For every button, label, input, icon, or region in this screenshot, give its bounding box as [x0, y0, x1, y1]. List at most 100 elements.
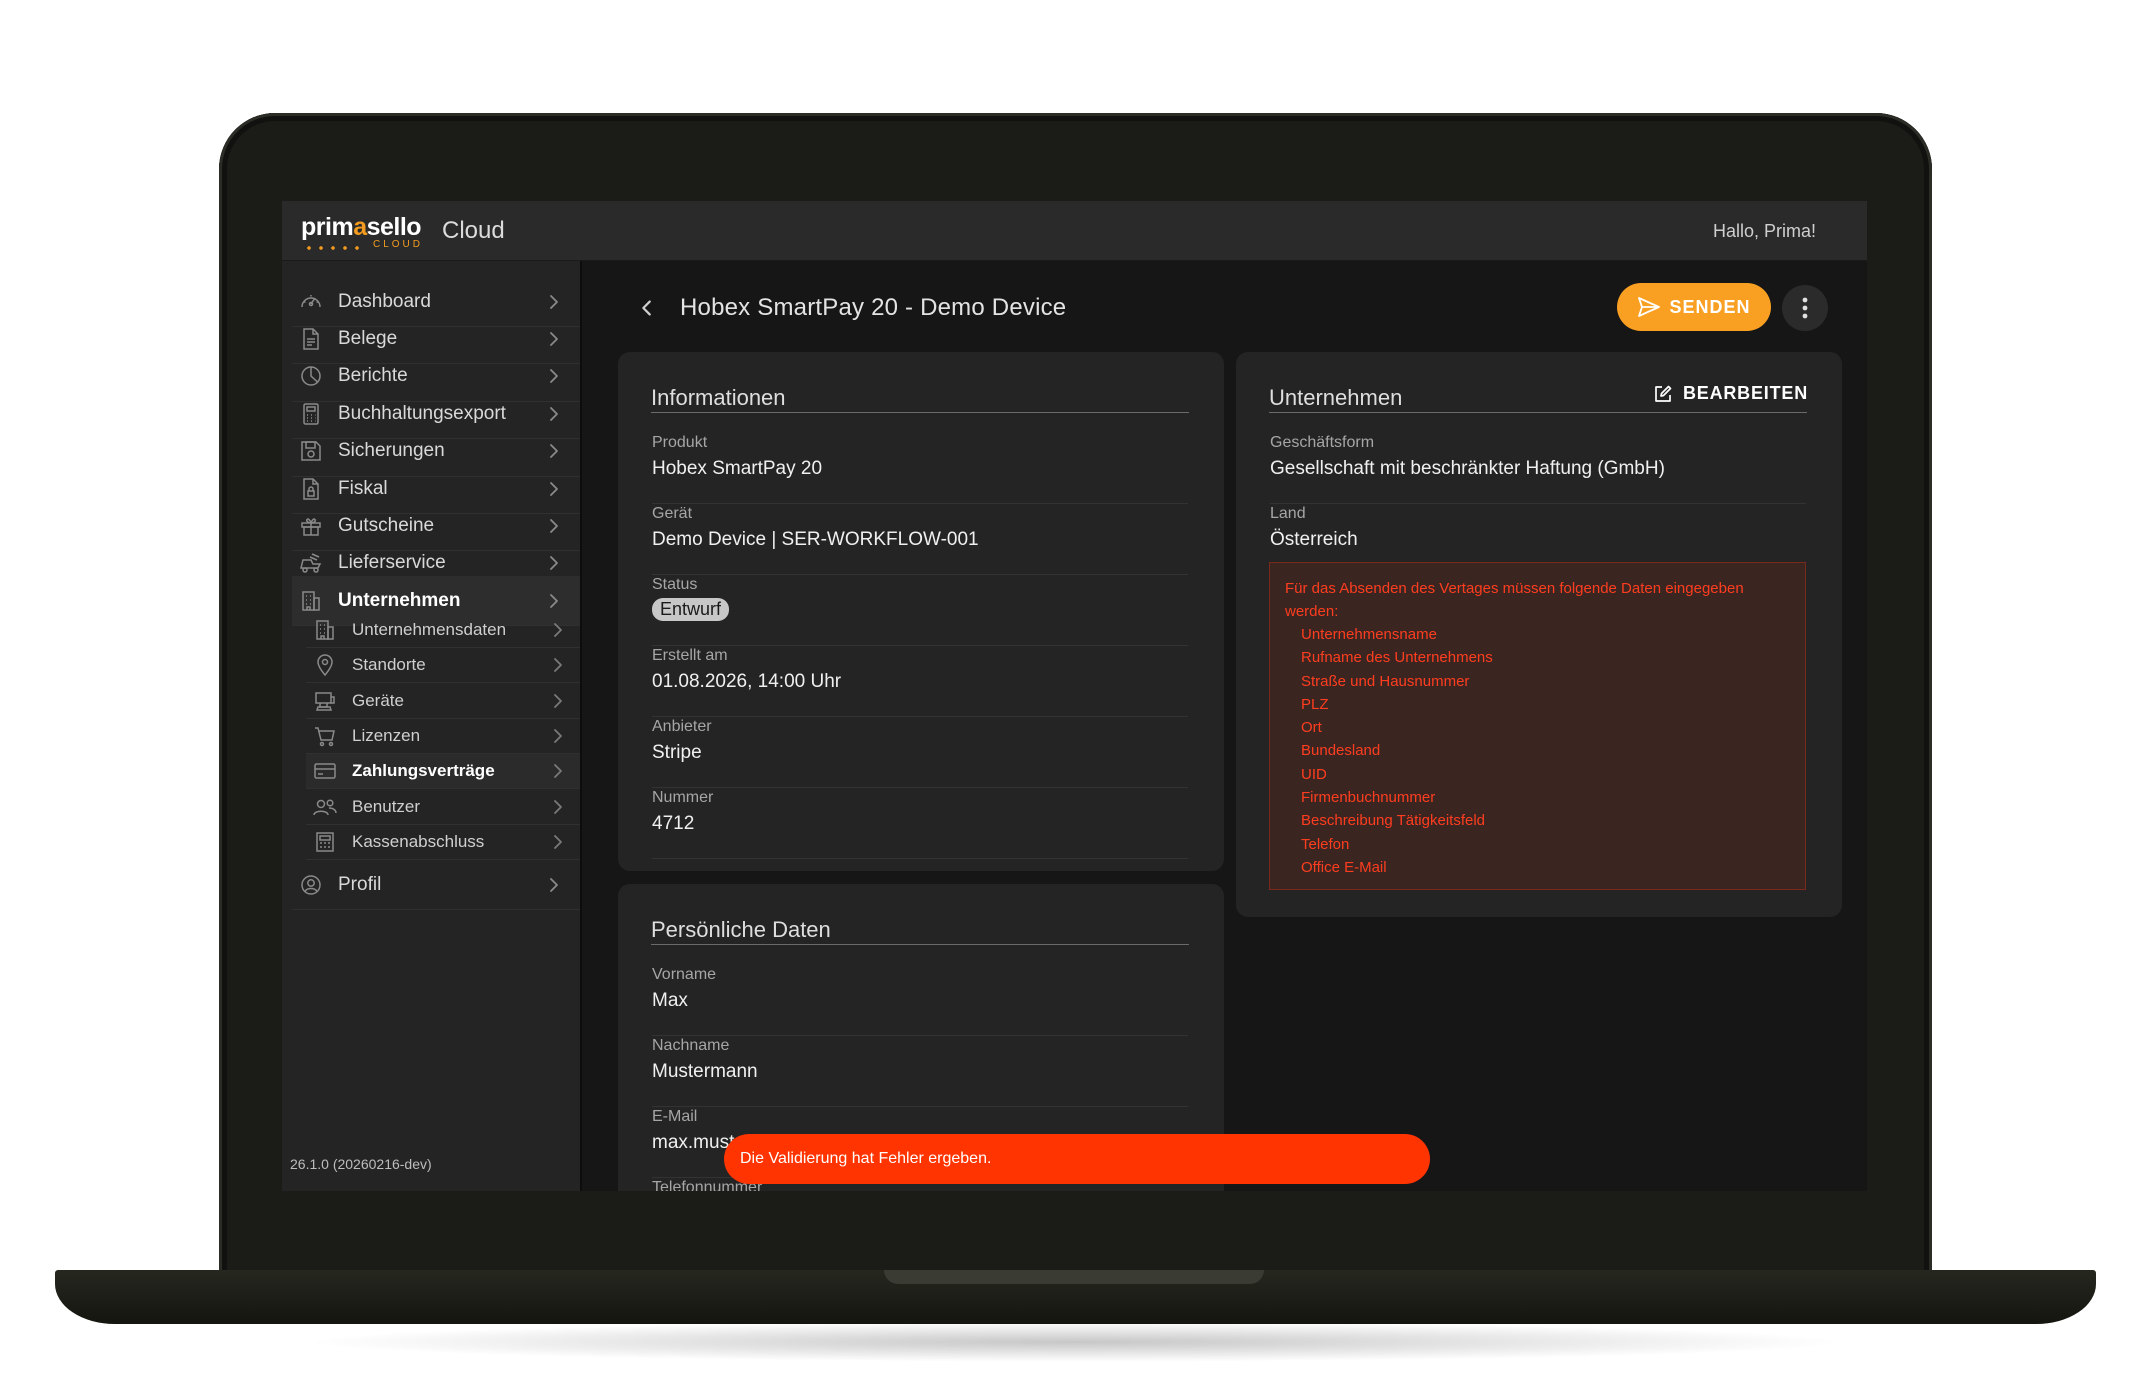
field-label: Vorname — [652, 966, 717, 983]
delivery-icon — [297, 549, 325, 577]
document-lock-icon — [297, 475, 325, 503]
field-value: Österreich — [1270, 529, 1358, 550]
sidebar-item-label: Dashboard — [338, 290, 431, 312]
product-mockup: primasello CLOUD Cloud Hallo, Prima! Das… — [0, 0, 2143, 1382]
chevron-right-icon — [550, 877, 558, 892]
more-options-button[interactable] — [1782, 285, 1828, 331]
field-erstellt-am: Erstellt am 01.08.2026, 14:00 Uhr — [652, 647, 1188, 717]
field-value: Gesellschaft mit beschränkter Haftung (G… — [1270, 458, 1665, 479]
missing-field-item: Beschreibung Tätigkeitsfeld — [1301, 812, 1485, 830]
missing-field-item: Rufname des Unternehmens — [1301, 649, 1493, 667]
status-badge: Entwurf — [652, 598, 730, 621]
company-card-title: Unternehmen — [1269, 385, 1403, 410]
user-greeting[interactable]: Hallo, Prima! — [1713, 221, 1816, 242]
sidebar-item-label: Sicherungen — [338, 440, 445, 462]
field-label: Nachname — [652, 1037, 730, 1054]
field-e-mail: E-Mail max.must — [652, 1108, 1188, 1178]
building-icon — [312, 617, 338, 643]
more-vertical-icon — [1802, 297, 1808, 319]
sidebar-subitem-label: Kassenabschluss — [352, 831, 485, 851]
register-icon — [312, 829, 338, 855]
sidebar-item-label: Belege — [338, 327, 398, 349]
field-vorname: Vorname Max — [652, 966, 1188, 1036]
chevron-right-icon — [554, 834, 562, 849]
missing-field-item: Firmenbuchnummer — [1301, 789, 1436, 807]
back-button[interactable] — [632, 293, 662, 323]
chevron-right-icon — [550, 444, 558, 458]
sidebar-subitem-standorte[interactable]: Standorte — [306, 648, 580, 684]
field-value: Mustermann — [652, 1061, 758, 1082]
gift-icon — [297, 512, 325, 540]
chevron-right-icon — [550, 406, 558, 421]
field-nummer: Nummer 4712 — [652, 789, 1188, 859]
info-card-title: Informationen — [651, 385, 786, 410]
missing-fields-list: Unternehmensname Rufname des Unternehmens… — [1285, 623, 1790, 879]
send-icon — [1638, 297, 1661, 317]
field-label: Land — [1270, 505, 1306, 522]
field-status: Status Entwurf — [652, 576, 1188, 646]
validation-error-box: Für das Absenden des Vertages müssen fol… — [1269, 562, 1806, 890]
sidebar: Dashboard Belege Berichte Buchhaltungsex… — [282, 261, 582, 1191]
top-bar: primasello CLOUD Cloud Hallo, Prima! — [282, 201, 1867, 261]
field-anbieter: Anbieter Stripe — [652, 718, 1188, 788]
user-circle-icon — [297, 871, 325, 899]
sidebar-item-profil[interactable]: Profil — [292, 860, 580, 910]
missing-field-item: PLZ — [1301, 695, 1329, 713]
sidebar-subitem-gerate[interactable]: Geräte — [306, 684, 580, 719]
chevron-right-icon — [554, 693, 562, 708]
laptop-shadow — [300, 1322, 1850, 1362]
field-value: Demo Device | SER-WORKFLOW-001 — [652, 529, 979, 550]
location-pin-icon — [312, 652, 338, 678]
chevron-right-icon — [550, 556, 558, 571]
app-title: Cloud — [442, 217, 505, 244]
building-icon — [297, 587, 325, 615]
field-value: Stripe — [652, 742, 702, 763]
sidebar-item-label: Berichte — [338, 365, 408, 387]
missing-field-item: Bundesland — [1301, 742, 1381, 760]
credit-card-icon — [312, 758, 338, 784]
send-button[interactable]: SENDEN — [1617, 283, 1771, 331]
sidebar-item-label: Profil — [338, 873, 382, 895]
validation-toast[interactable]: Die Validierung hat Fehler ergeben. — [724, 1134, 1430, 1184]
sidebar-subitem-label: Benutzer — [352, 796, 421, 816]
sidebar-subitem-benutzer[interactable]: Benutzer — [306, 790, 580, 825]
calculator-icon — [297, 400, 325, 428]
pie-chart-icon — [297, 362, 325, 390]
edit-button-label: BEARBEITEN — [1682, 383, 1808, 403]
chevron-right-icon — [554, 799, 562, 814]
field-value: Max — [652, 990, 688, 1011]
sidebar-subitem-label: Geräte — [352, 690, 404, 710]
sidebar-subitem-kassenabschluss[interactable]: Kassenabschluss — [306, 825, 580, 860]
sidebar-subitem-zahlungsvertrage[interactable]: Zahlungsverträge — [306, 754, 580, 790]
field-geschaftsform: Geschäftsform Gesellschaft mit beschränk… — [1270, 434, 1806, 504]
chevron-right-icon — [550, 593, 558, 608]
field-gerat: Gerät Demo Device | SER-WORKFLOW-001 — [652, 505, 1188, 575]
field-label: Gerät — [652, 505, 693, 522]
field-nachname: Nachname Mustermann — [652, 1037, 1188, 1107]
app-version: 26.1.0 (20260216-dev) — [290, 1156, 432, 1172]
missing-field-item: Telefon — [1301, 835, 1350, 853]
field-label: Status — [652, 576, 698, 593]
field-value: max.must — [652, 1132, 735, 1153]
sidebar-subitem-unternehmensdaten[interactable]: Unternehmensdaten — [306, 613, 580, 648]
primasello-logo[interactable]: primasello CLOUD — [301, 213, 422, 250]
company-card: Unternehmen BEARBEITEN Geschäftsform Ges… — [1236, 352, 1842, 917]
edit-button[interactable]: BEARBEITEN — [1653, 383, 1808, 404]
sidebar-subitem-label: Standorte — [352, 655, 426, 675]
field-label: Produkt — [652, 434, 708, 451]
page-title: Hobex SmartPay 20 - Demo Device — [680, 294, 1067, 321]
sidebar-subitem-label: Lizenzen — [352, 725, 421, 745]
app-screen: primasello CLOUD Cloud Hallo, Prima! Das… — [282, 201, 1867, 1191]
field-label: E-Mail — [652, 1108, 698, 1125]
field-label: Erstellt am — [652, 647, 728, 664]
sidebar-subitem-lizenzen[interactable]: Lizenzen — [306, 719, 580, 754]
chevron-right-icon — [554, 658, 562, 673]
chevron-left-icon — [642, 300, 651, 316]
missing-field-item: UID — [1301, 765, 1327, 783]
missing-field-item: Unternehmensname — [1301, 626, 1437, 643]
field-label: Geschäftsform — [1270, 434, 1375, 451]
missing-field-item: Office E-Mail — [1301, 858, 1387, 876]
edit-icon — [1655, 385, 1672, 402]
personal-card-divider — [651, 944, 1189, 945]
chevron-right-icon — [554, 764, 562, 779]
